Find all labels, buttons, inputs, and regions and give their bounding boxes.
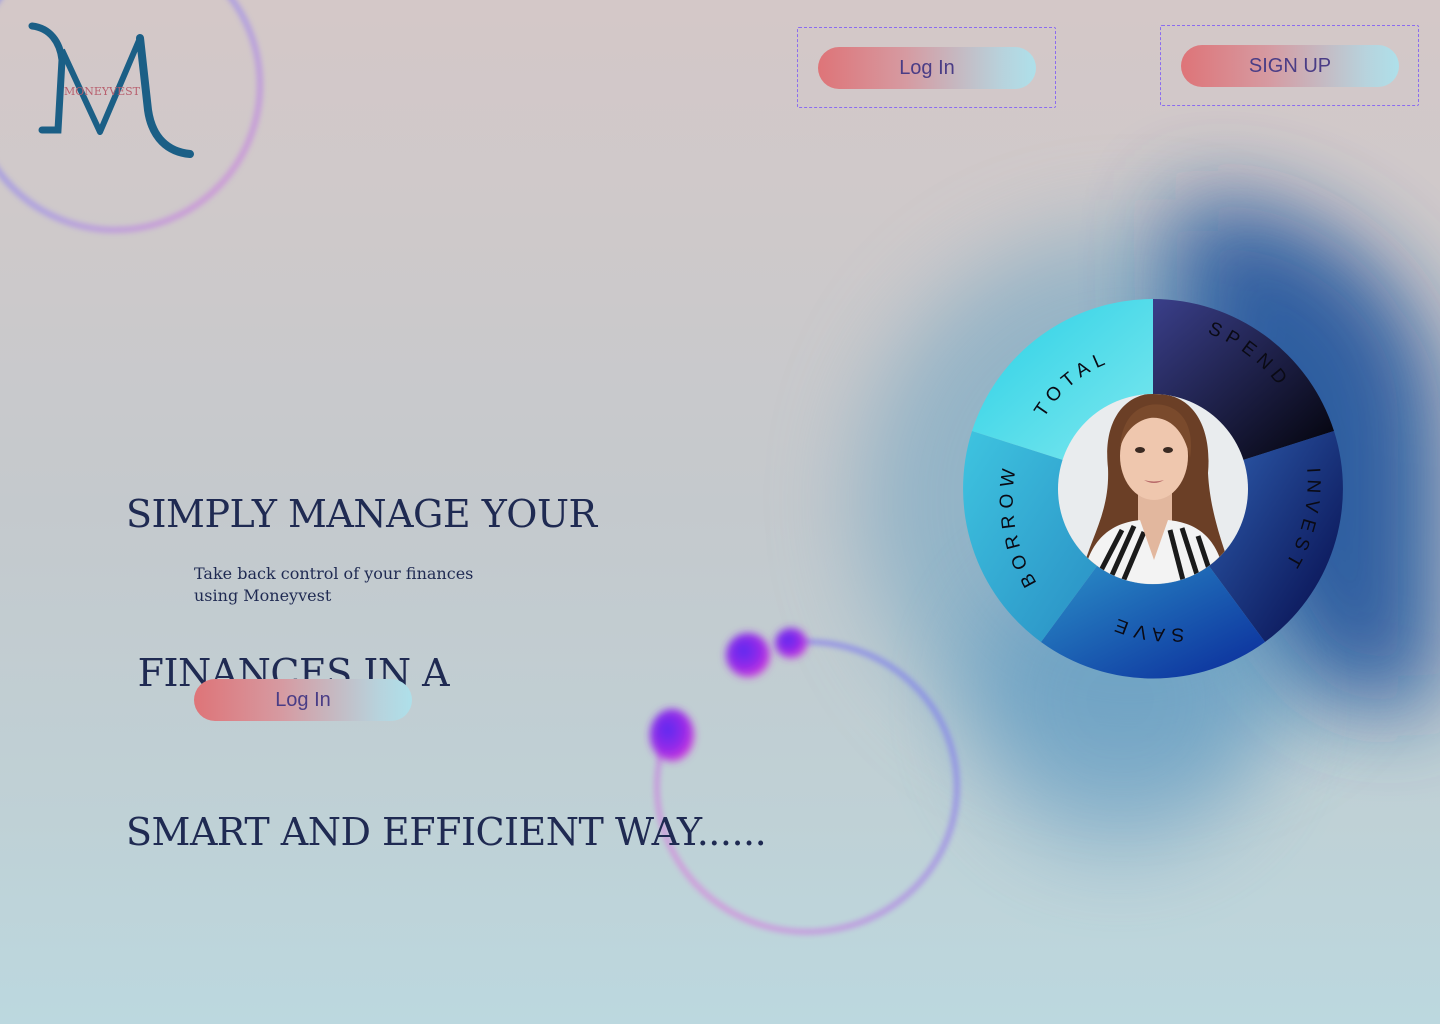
avatar xyxy=(1058,394,1248,584)
headline-line-3: SMART AND EFFICIENT WAY...... xyxy=(126,810,767,854)
logo-mark: MONEYVEST xyxy=(28,22,194,158)
hero-headline: SIMPLY MANAGE YOUR FINANCES IN A SMART A… xyxy=(126,382,767,912)
moneyvest-logo[interactable]: MONEYVEST xyxy=(28,20,194,160)
subtext-line-2: using Moneyvest xyxy=(194,586,332,605)
subtext-line-1: Take back control of your finances xyxy=(194,564,474,583)
headline-line-1: SIMPLY MANAGE YOUR xyxy=(126,492,597,536)
finance-wheel: TOTAL SPEND INVEST SAVE BORROW xyxy=(963,299,1343,679)
header-signup-button[interactable]: SIGN UP xyxy=(1181,45,1399,87)
header-login-button[interactable]: Log In xyxy=(818,47,1036,89)
hero-login-button[interactable]: Log In xyxy=(194,679,412,721)
hero-subtext: Take back control of your finances using… xyxy=(194,563,473,607)
logo-wordmark: MONEYVEST xyxy=(64,85,141,98)
